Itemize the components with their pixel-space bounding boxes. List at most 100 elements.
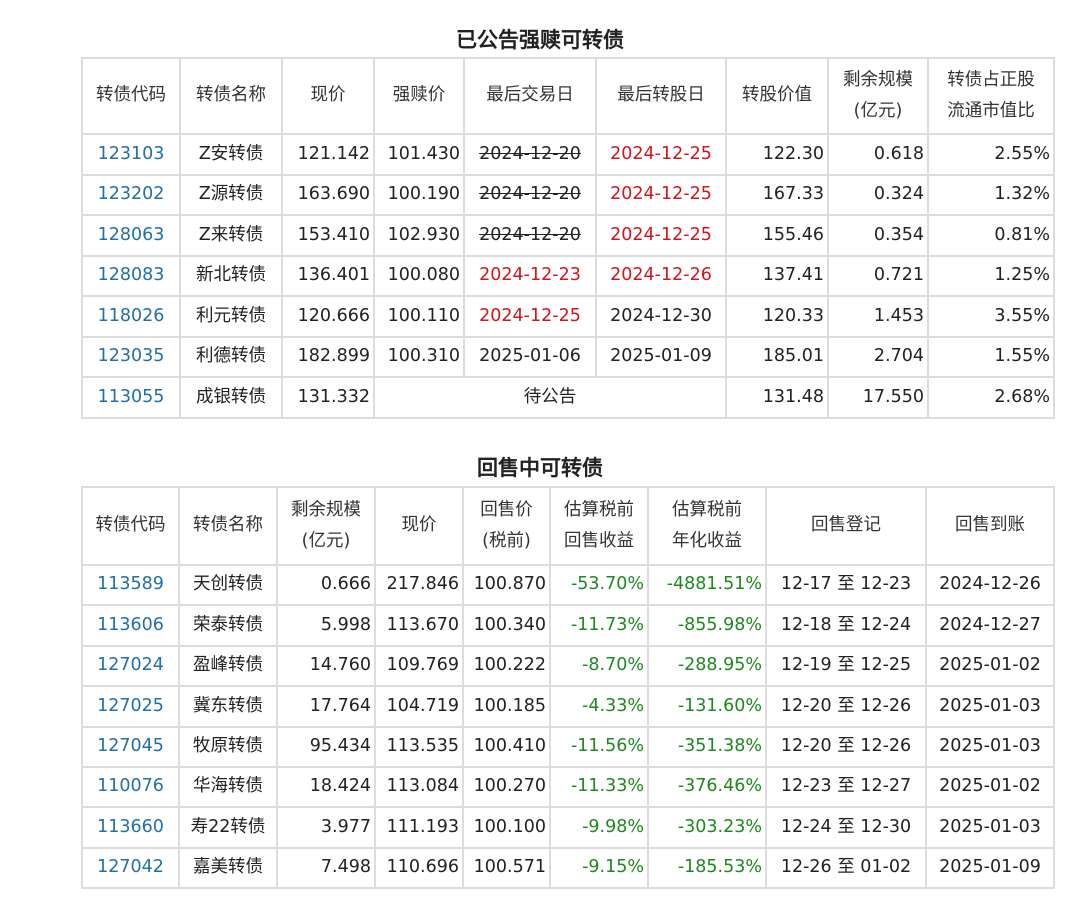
table-cell: 2025-01-02 <box>925 644 1055 688</box>
bond-code-link[interactable]: 113660 <box>81 806 180 849</box>
table-row: 127025 冀东转债 17.764 104.719 100.185 -4.33% -131… <box>81 685 1055 728</box>
table-cell: 100.222 <box>462 644 551 688</box>
table-cell: Z来转债 <box>179 214 283 257</box>
table-row: 123103 Z安转债 121.142 101.430 2024-12-20 2024-1… <box>81 133 1055 176</box>
table-cell: 2025-01-09 <box>595 335 727 378</box>
table-cell: 12-19 至 12-25 <box>765 644 927 688</box>
table-cell: 113.084 <box>374 765 464 809</box>
table-cell: 新北转债 <box>179 254 283 297</box>
table-cell: -288.95% <box>647 644 767 688</box>
table-cell: 113.670 <box>374 604 464 647</box>
table-cell: 131.48 <box>725 376 829 419</box>
header-cell: 回售登记 <box>765 486 927 566</box>
table-cell: 3.977 <box>276 806 376 849</box>
table-cell: 155.46 <box>725 214 829 257</box>
header-cell: 转债代码 <box>81 486 180 566</box>
bond-code-link[interactable]: 110076 <box>81 765 180 809</box>
table-cell: 12-26 至 01-02 <box>765 846 927 890</box>
table-cell: 2024-12-23 <box>463 254 597 297</box>
header-cell: 最后转股日 <box>595 57 727 135</box>
table-header-row: 转债代码 转债名称 剩余规模 (亿元) 现价 回售价 (税前) 估算税前 回售收… <box>81 486 1055 566</box>
table-row: 128063 Z来转债 153.410 102.930 2024-12-20 2024-1… <box>81 214 1055 257</box>
table-cell: 2.68% <box>927 376 1055 419</box>
table-cell: 2.704 <box>827 335 929 378</box>
table-row: 127042 嘉美转债 7.498 110.696 100.571 -9.15% -185.… <box>81 846 1055 890</box>
bond-code-link[interactable]: 118026 <box>81 295 181 338</box>
table-cell: 2025-01-03 <box>925 725 1055 768</box>
table-row: 110076 华海转债 18.424 113.084 100.270 -11.33% -37… <box>81 765 1055 809</box>
table-cell: 217.846 <box>374 563 464 607</box>
table-cell: 2024-12-27 <box>925 604 1055 647</box>
table-cell: 3.55% <box>927 295 1055 338</box>
header-cell: 回售到账 <box>925 486 1055 566</box>
table-cell: 0.618 <box>827 133 929 176</box>
table-cell: 163.690 <box>281 173 375 216</box>
table-cell: 153.410 <box>281 214 375 257</box>
bond-code-link[interactable]: 123103 <box>81 133 181 176</box>
bond-code-link[interactable]: 127042 <box>81 846 180 890</box>
table-cell: 12-20 至 12-26 <box>765 685 927 728</box>
table-cell: 成银转债 <box>179 376 283 419</box>
bond-code-link[interactable]: 127025 <box>81 685 180 728</box>
table-cell: -9.98% <box>549 806 649 849</box>
table-cell: 荣泰转债 <box>178 604 278 647</box>
table-row: 127024 盈峰转债 14.760 109.769 100.222 -8.70% -288… <box>81 644 1055 688</box>
bond-code-link[interactable]: 123035 <box>81 335 181 378</box>
header-cell: 强赎价 <box>373 57 465 135</box>
header-cell: 转债占正股 流通市值比 <box>927 57 1055 135</box>
table-cell: -376.46% <box>647 765 767 809</box>
table-row: 128083 新北转债 136.401 100.080 2024-12-23 2024-1… <box>81 254 1055 297</box>
bond-code-link[interactable]: 127024 <box>81 644 180 688</box>
table-cell: 0.721 <box>827 254 929 297</box>
table-cell: 12-24 至 12-30 <box>765 806 927 849</box>
bond-code-link[interactable]: 123202 <box>81 173 181 216</box>
header-cell: 最后交易日 <box>463 57 597 135</box>
table-cell: 12-23 至 12-27 <box>765 765 927 809</box>
table-cell: 12-20 至 12-26 <box>765 725 927 768</box>
table-cell: -855.98% <box>647 604 767 647</box>
table-cell: 100.270 <box>462 765 551 809</box>
table-cell: 利德转债 <box>179 335 283 378</box>
table-cell: 1.55% <box>927 335 1055 378</box>
bond-code-link[interactable]: 113606 <box>81 604 180 647</box>
header-cell: 估算税前 年化收益 <box>647 486 767 566</box>
table-cell: 2025-01-06 <box>463 335 597 378</box>
table-cell: 100.185 <box>462 685 551 728</box>
table-cell: 100.410 <box>462 725 551 768</box>
table-row: 113055 成银转债 131.332 待公告 131.48 17.550 2.68% <box>81 376 1055 419</box>
table-cell: -4.33% <box>549 685 649 728</box>
table-cell: 104.719 <box>374 685 464 728</box>
table-cell: -8.70% <box>549 644 649 688</box>
header-cell: 转股价值 <box>725 57 829 135</box>
table-cell: 100.190 <box>373 173 465 216</box>
bond-code-link[interactable]: 127045 <box>81 725 180 768</box>
bond-code-link[interactable]: 128063 <box>81 214 181 257</box>
header-cell: 转债代码 <box>81 57 181 135</box>
table-cell: 18.424 <box>276 765 376 809</box>
table-cell: -11.33% <box>549 765 649 809</box>
bond-code-link[interactable]: 113589 <box>81 563 180 607</box>
table-cell: 185.01 <box>725 335 829 378</box>
table-row: 127045 牧原转债 95.434 113.535 100.410 -11.56% -35… <box>81 725 1055 768</box>
table-cell: 2024-12-20 <box>463 133 597 176</box>
table-cell: -351.38% <box>647 725 767 768</box>
table-cell: 2.55% <box>927 133 1055 176</box>
table-row: 123202 Z源转债 163.690 100.190 2024-12-20 2024-1… <box>81 173 1055 216</box>
bond-code-link[interactable]: 128083 <box>81 254 181 297</box>
table-cell: Z安转债 <box>179 133 283 176</box>
table-cell: 102.930 <box>373 214 465 257</box>
table-cell: 2024-12-30 <box>595 295 727 338</box>
bond-code-link[interactable]: 113055 <box>81 376 181 419</box>
table-cell: 182.899 <box>281 335 375 378</box>
table-cell: 2024-12-25 <box>595 173 727 216</box>
header-cell: 剩余规模 (亿元) <box>276 486 376 566</box>
header-cell: 现价 <box>374 486 464 566</box>
table-cell: 5.998 <box>276 604 376 647</box>
table-cell: 1.32% <box>927 173 1055 216</box>
header-cell: 转债名称 <box>178 486 278 566</box>
header-cell: 现价 <box>281 57 375 135</box>
section-title-putback: 回售中可转债 <box>477 456 603 480</box>
table-cell: -185.53% <box>647 846 767 890</box>
table-cell: -11.56% <box>549 725 649 768</box>
table-cell: 0.81% <box>927 214 1055 257</box>
